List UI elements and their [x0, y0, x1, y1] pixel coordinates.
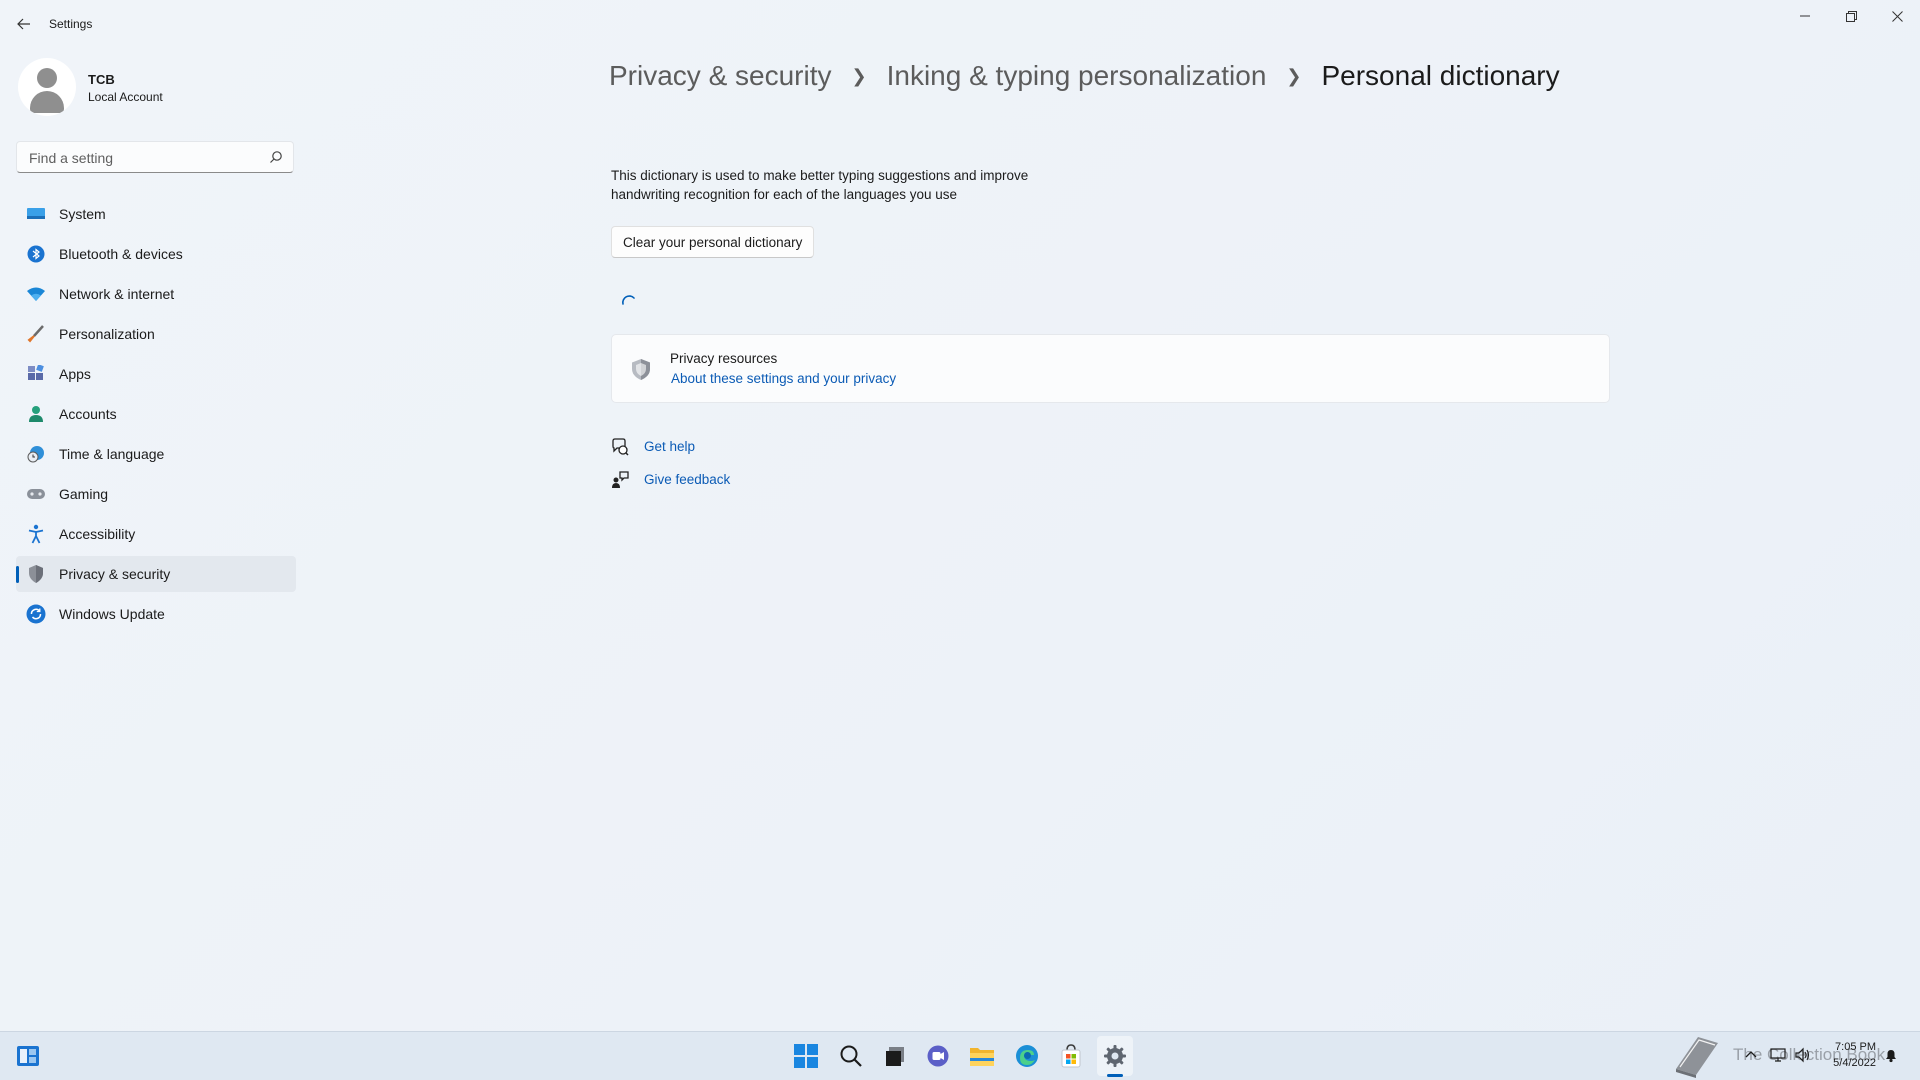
globe-clock-icon [26, 444, 46, 464]
sidebar-item-label: Gaming [59, 486, 109, 502]
minimize-button[interactable] [1782, 0, 1828, 32]
privacy-resources-card: Privacy resources About these settings a… [611, 334, 1610, 403]
shield-icon [26, 564, 46, 584]
user-profile[interactable]: TCB Local Account [18, 58, 298, 116]
bluetooth-icon [26, 244, 46, 264]
sidebar-item-label: Personalization [59, 326, 155, 342]
page-title: Personal dictionary [1321, 60, 1560, 91]
privacy-resources-title: Privacy resources [670, 351, 778, 366]
close-icon [1891, 10, 1903, 22]
sidebar-item-system[interactable]: System [16, 196, 296, 232]
sidebar-item-accounts[interactable]: Accounts [16, 396, 296, 432]
wifi-icon [26, 284, 46, 304]
settings-window: Settings TCB Local Account System [0, 0, 1920, 1031]
sidebar-item-label: Apps [59, 366, 91, 382]
breadcrumb: Privacy & security ❯ Inking & typing per… [609, 54, 1560, 98]
display-icon[interactable] [1770, 1047, 1786, 1063]
search-icon[interactable] [837, 1042, 865, 1070]
restore-icon [1845, 10, 1857, 22]
sidebar-item-time-language[interactable]: Time & language [16, 436, 296, 472]
loading-spinner-icon [622, 295, 635, 305]
app-title: Settings [49, 17, 93, 31]
apps-icon [26, 364, 46, 384]
shield-icon [632, 359, 650, 380]
file-explorer-icon[interactable] [968, 1042, 996, 1070]
system-icon [26, 204, 46, 224]
sidebar-nav: System Bluetooth & devices Network & int… [16, 196, 296, 636]
close-button[interactable] [1874, 0, 1920, 32]
breadcrumb-privacy-security[interactable]: Privacy & security [609, 60, 832, 92]
person-icon [26, 404, 46, 424]
minimize-icon [1800, 15, 1810, 17]
active-app-indicator [1107, 1074, 1123, 1077]
sidebar-item-network[interactable]: Network & internet [16, 276, 296, 312]
avatar [18, 58, 76, 116]
update-icon [26, 604, 46, 624]
sidebar-item-label: Accounts [59, 406, 117, 422]
clear-dictionary-button[interactable]: Clear your personal dictionary [611, 226, 815, 258]
back-button[interactable] [12, 12, 36, 36]
profile-name: TCB [88, 72, 115, 87]
sidebar-item-label: Bluetooth & devices [59, 246, 183, 262]
notification-bell-icon[interactable] [1883, 1047, 1899, 1063]
edge-icon[interactable] [1013, 1042, 1041, 1070]
sidebar-item-bluetooth[interactable]: Bluetooth & devices [16, 236, 296, 272]
restore-button[interactable] [1828, 0, 1874, 32]
search-icon [270, 151, 282, 163]
brush-icon [26, 324, 46, 344]
profile-account-type: Local Account [88, 90, 163, 104]
sidebar-item-label: Network & internet [59, 286, 175, 302]
accessibility-icon [26, 524, 46, 544]
privacy-settings-link[interactable]: About these settings and your privacy [671, 371, 896, 386]
chat-icon[interactable] [924, 1042, 952, 1070]
sidebar-item-label: Windows Update [59, 606, 165, 622]
chevron-right-icon: ❯ [851, 65, 867, 86]
volume-icon[interactable] [1794, 1047, 1810, 1063]
sidebar-item-label: Accessibility [59, 526, 136, 542]
start-icon[interactable] [792, 1042, 820, 1070]
get-help-icon [612, 438, 629, 456]
store-icon[interactable] [1057, 1042, 1085, 1070]
task-view-icon[interactable] [881, 1042, 909, 1070]
taskbar [0, 1031, 1920, 1080]
get-help-link[interactable]: Get help [644, 439, 695, 454]
give-feedback-link[interactable]: Give feedback [644, 472, 730, 487]
search-input[interactable] [27, 142, 261, 174]
sidebar-item-label: Time & language [59, 446, 165, 462]
breadcrumb-inking-typing[interactable]: Inking & typing personalization [887, 60, 1267, 92]
sidebar-item-accessibility[interactable]: Accessibility [16, 516, 296, 552]
sidebar-item-gaming[interactable]: Gaming [16, 476, 296, 512]
sidebar-item-windows-update[interactable]: Windows Update [16, 596, 296, 632]
sidebar-item-privacy-security[interactable]: Privacy & security [16, 556, 296, 592]
chevron-right-icon: ❯ [1286, 65, 1302, 86]
search-box [16, 141, 294, 174]
widgets-icon[interactable] [14, 1042, 42, 1070]
settings-icon[interactable] [1101, 1042, 1129, 1070]
dictionary-description: This dictionary is used to make better t… [611, 168, 1029, 202]
sidebar-item-label: Privacy & security [59, 566, 171, 582]
chevron-up-icon[interactable] [1743, 1047, 1759, 1063]
give-feedback-icon [612, 471, 629, 488]
sidebar-item-label: System [59, 206, 106, 222]
gamepad-icon [26, 484, 46, 504]
title-bar: Settings [0, 0, 1920, 48]
clock-date[interactable]: 5/4/2022 [1833, 1057, 1876, 1069]
sidebar-item-apps[interactable]: Apps [16, 356, 296, 392]
clock-time[interactable]: 7:05 PM [1835, 1041, 1876, 1053]
sidebar-item-personalization[interactable]: Personalization [16, 316, 296, 352]
book-logo-icon [1676, 1037, 1718, 1078]
back-arrow-icon [17, 18, 30, 30]
